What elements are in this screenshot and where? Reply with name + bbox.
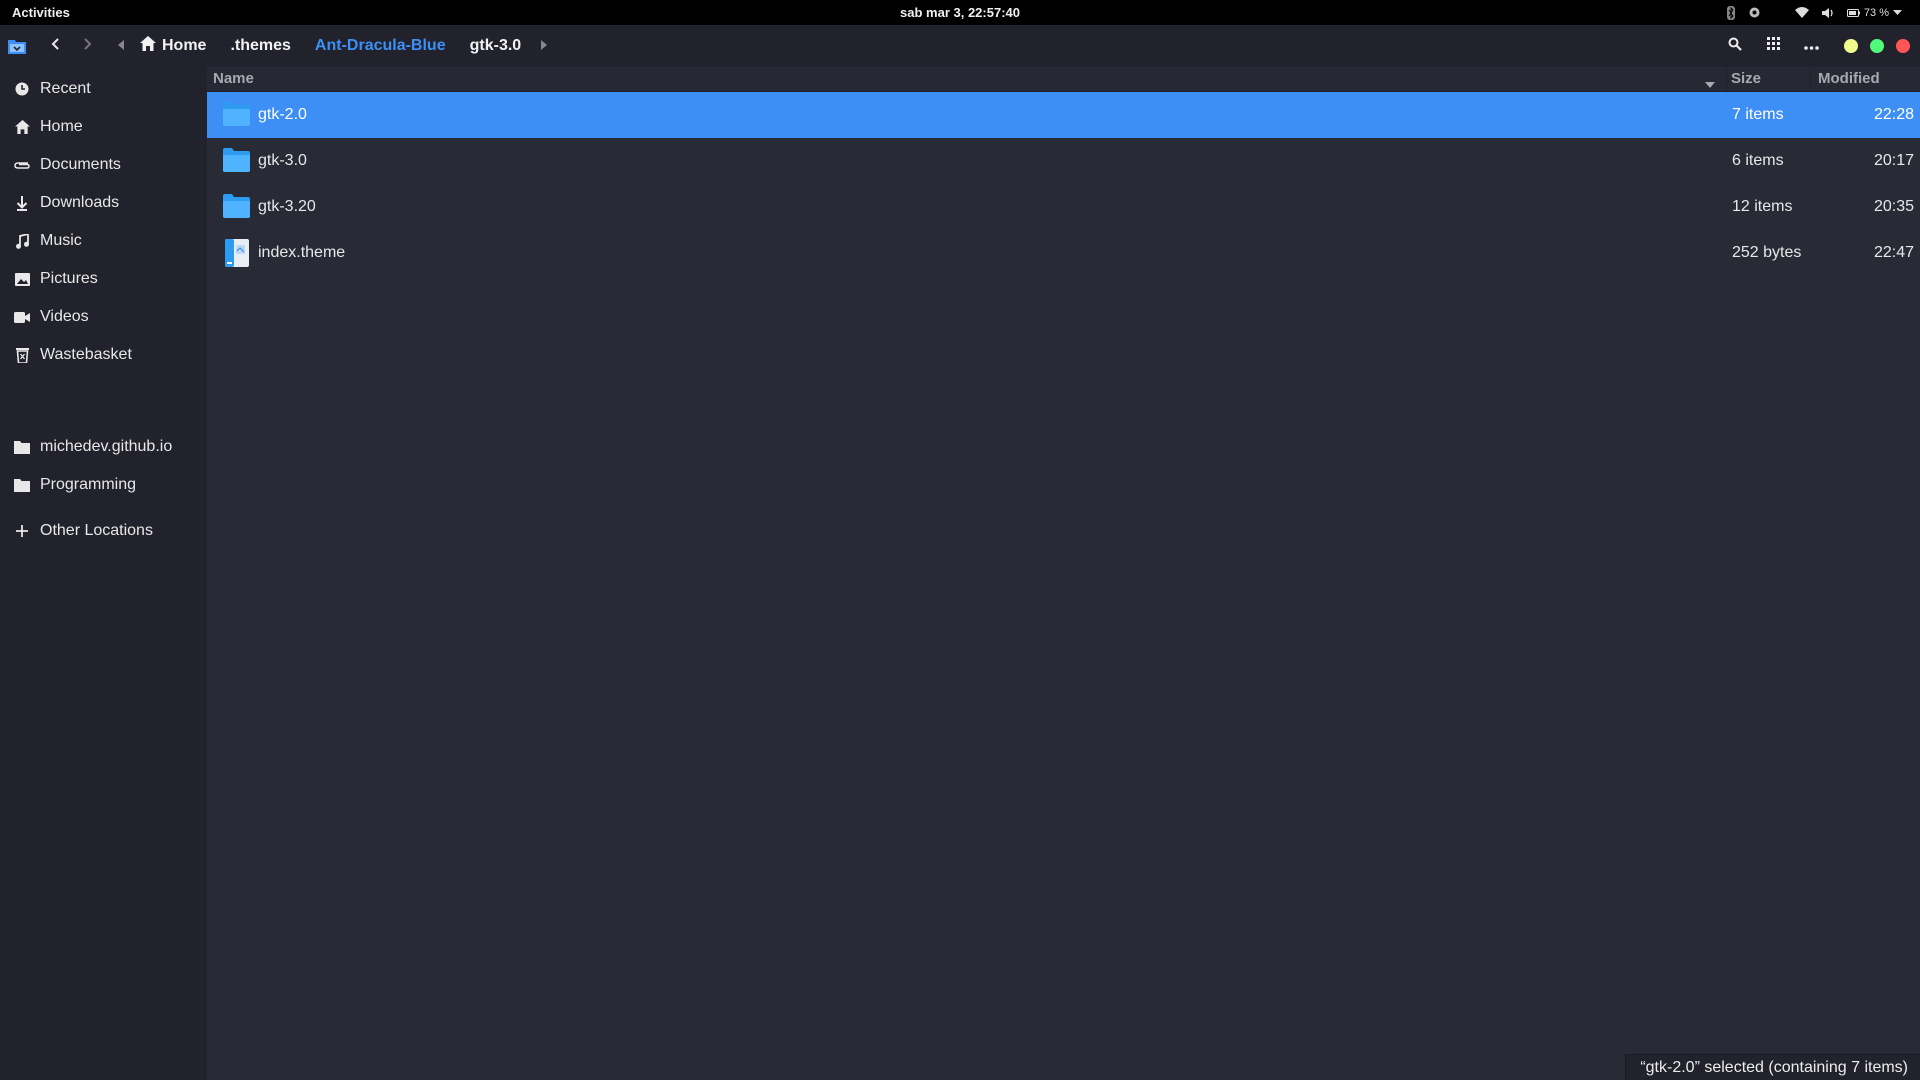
download-icon: [14, 195, 30, 211]
file-size: 6 items: [1732, 152, 1784, 169]
file-modified: 20:35: [1873, 198, 1914, 215]
path-scroll-right-button[interactable]: [541, 37, 548, 55]
file-size: 252 bytes: [1732, 244, 1802, 261]
close-button[interactable]: [1896, 39, 1910, 53]
sidebar-item-label: michedev.github.io: [40, 438, 173, 455]
wifi-icon[interactable]: [1794, 7, 1809, 18]
breadcrumb: Home .themes Ant-Dracula-Blue gtk-3.0: [118, 25, 548, 67]
sidebar-item-videos[interactable]: Videos: [0, 300, 207, 334]
header-bar: Home .themes Ant-Dracula-Blue gtk-3.0: [0, 25, 1920, 67]
battery-indicator[interactable]: 73 %: [1846, 6, 1902, 19]
column-separator: [1810, 67, 1811, 92]
breadcrumb-label: Home: [162, 37, 207, 54]
maximize-button[interactable]: [1870, 39, 1884, 53]
forward-button[interactable]: [77, 36, 97, 56]
sidebar-item-michedev-github-io[interactable]: michedev.github.io: [0, 430, 207, 464]
file-modified: 22:47: [1873, 244, 1914, 261]
sidebar-item-label: Recent: [40, 80, 91, 97]
bluetooth-icon[interactable]: [1726, 5, 1736, 20]
sidebar-item-home[interactable]: Home: [0, 110, 207, 144]
sidebar-item-recent[interactable]: Recent: [0, 72, 207, 106]
sidebar-item-pictures[interactable]: Pictures: [0, 262, 207, 296]
file-modified: 22:28: [1873, 106, 1914, 123]
file-row[interactable]: gtk-2.0 7 items 22:28: [207, 92, 1920, 138]
clock[interactable]: sab mar 3, 22:57:40: [0, 5, 1920, 20]
video-camera-icon: [14, 309, 30, 325]
trash-icon: [14, 347, 30, 363]
breadcrumb-themes[interactable]: .themes: [218, 37, 302, 55]
selection-status: “gtk-2.0” selected (containing 7 items): [1625, 1054, 1920, 1080]
more-horizontal-icon: [1803, 37, 1819, 55]
system-top-bar: Activities sab mar 3, 22:57:40 73 %: [0, 0, 1920, 25]
back-button[interactable]: [46, 36, 66, 56]
sidebar-item-programming[interactable]: Programming: [0, 468, 207, 502]
header-actions: [1716, 25, 1920, 67]
sidebar-item-label: Wastebasket: [40, 346, 132, 363]
file-list-view[interactable]: Name Size Modified gtk-2.0 7 items 22:28…: [207, 67, 1920, 1080]
breadcrumb-gtk-3-0[interactable]: gtk-3.0: [458, 37, 534, 55]
sidebar-item-label: Home: [40, 118, 83, 135]
sidebar-item-music[interactable]: Music: [0, 224, 207, 258]
sidebar: Recent Home Documents Downloads Music Pi…: [0, 67, 207, 1080]
sidebar-item-label: Programming: [40, 476, 137, 493]
sidebar-item-label: Downloads: [40, 194, 120, 211]
file-name: index.theme: [258, 244, 346, 261]
sidebar-item-wastebasket[interactable]: Wastebasket: [0, 338, 207, 372]
breadcrumb-home[interactable]: Home: [118, 36, 218, 56]
clock-icon: [14, 81, 30, 97]
triangle-right-icon: [541, 40, 548, 50]
column-header-modified[interactable]: Modified: [1818, 70, 1880, 87]
file-size: 12 items: [1732, 198, 1793, 215]
file-name: gtk-3.0: [258, 152, 307, 169]
sidebar-item-label: Documents: [40, 156, 121, 173]
column-header: Name Size Modified: [207, 67, 1920, 92]
system-tray[interactable]: 73 %: [1726, 0, 1902, 25]
grid-icon: [1766, 37, 1780, 55]
file-row[interactable]: gtk-3.20 12 items 20:35: [207, 184, 1920, 230]
sidebar-item-label: Other Locations: [40, 522, 153, 539]
menu-button[interactable]: [1792, 25, 1830, 67]
sort-descending-icon: [1705, 75, 1715, 92]
settings-cog-icon[interactable]: [1748, 6, 1761, 19]
chevron-right-icon: [82, 37, 92, 56]
search-icon: [1728, 37, 1742, 56]
file-name: gtk-3.20: [258, 198, 316, 215]
sidebar-item-documents[interactable]: Documents: [0, 148, 207, 182]
battery-icon: [1846, 8, 1860, 17]
home-icon: [14, 119, 30, 135]
sidebar-item-other-locations[interactable]: Other Locations: [0, 514, 207, 548]
folder-icon: [223, 102, 250, 131]
breadcrumb-ant-dracula-blue[interactable]: Ant-Dracula-Blue: [303, 37, 458, 55]
file-row[interactable]: index.theme 252 bytes 22:47: [207, 230, 1920, 276]
sidebar-item-label: Videos: [40, 308, 89, 325]
file-name: gtk-2.0: [258, 106, 307, 123]
plus-icon: [14, 523, 30, 539]
sidebar-item-downloads[interactable]: Downloads: [0, 186, 207, 220]
view-grid-button[interactable]: [1754, 25, 1792, 67]
chevron-down-icon: [1893, 9, 1902, 16]
folder-icon: [223, 194, 250, 223]
volume-icon[interactable]: [1821, 7, 1835, 19]
files-app-icon: [8, 38, 26, 59]
sidebar-item-label: Music: [40, 232, 82, 249]
file-modified: 20:17: [1873, 152, 1914, 169]
theme-file-icon: [225, 239, 249, 272]
file-row[interactable]: gtk-3.0 6 items 20:17: [207, 138, 1920, 184]
file-size: 7 items: [1732, 106, 1784, 123]
column-header-name[interactable]: Name: [213, 70, 254, 87]
column-separator: [1726, 67, 1727, 92]
folder-icon: [14, 439, 30, 455]
minimize-button[interactable]: [1844, 39, 1858, 53]
search-button[interactable]: [1716, 25, 1754, 67]
folder-icon: [223, 148, 250, 177]
folder-icon: [14, 477, 30, 493]
music-note-icon: [14, 233, 30, 249]
image-icon: [14, 271, 30, 287]
battery-percentage: 73 %: [1863, 6, 1889, 19]
chevron-left-icon: [51, 37, 61, 56]
home-icon: [140, 36, 156, 56]
sidebar-item-label: Pictures: [40, 270, 98, 287]
column-header-size[interactable]: Size: [1731, 70, 1761, 87]
paperclip-icon: [14, 157, 30, 173]
